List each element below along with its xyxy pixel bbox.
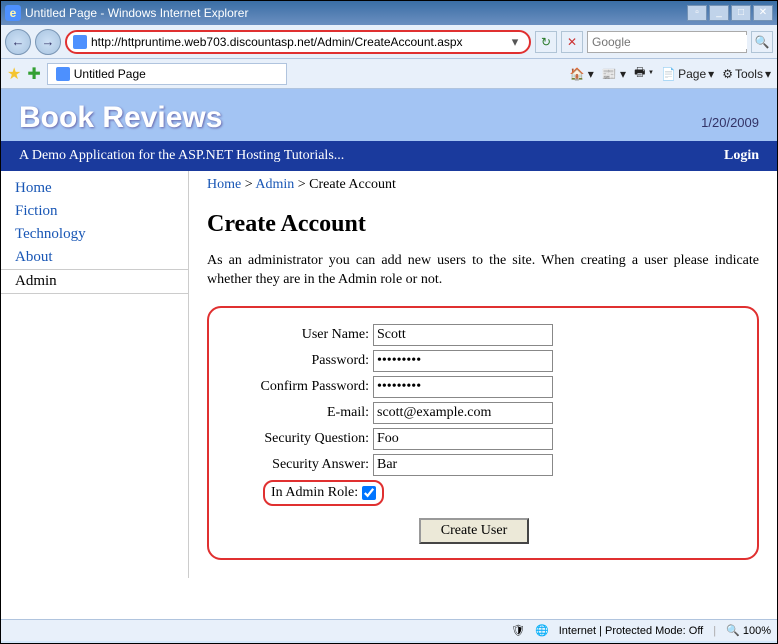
minimize-button[interactable]: _ (709, 5, 729, 21)
sidebar-item-about[interactable]: About (1, 246, 188, 269)
window-title: Untitled Page - Windows Internet Explore… (25, 6, 248, 20)
security-answer-label: Security Answer: (217, 457, 373, 473)
statusbar: 🛡 🌐 Internet | Protected Mode: Off | 🔍 1… (1, 619, 777, 641)
password-label: Password: (217, 353, 373, 369)
status-mode: Internet | Protected Mode: Off (559, 625, 704, 637)
close-button[interactable]: ✕ (753, 5, 773, 21)
username-label: User Name: (217, 327, 373, 343)
back-button[interactable]: ← (5, 29, 31, 55)
sidebar-item-fiction[interactable]: Fiction (1, 200, 188, 223)
email-field[interactable] (373, 402, 553, 424)
admin-role-checkbox[interactable] (362, 486, 376, 500)
search-box[interactable] (587, 31, 747, 53)
page-viewport: Book Reviews 1/20/2009 A Demo Applicatio… (1, 89, 777, 619)
popup-blocked-icon[interactable]: 🛡 (511, 624, 525, 637)
search-button[interactable]: 🔍 (751, 31, 773, 53)
breadcrumb: Home > Admin > Create Account (207, 177, 759, 193)
breadcrumb-home[interactable]: Home (207, 177, 241, 192)
sidebar-item-home[interactable]: Home (1, 177, 188, 200)
refresh-button[interactable]: ↻ (535, 31, 557, 53)
header-date: 1/20/2009 (701, 115, 759, 130)
create-user-form: User Name: Password: Confirm Password: E… (207, 306, 759, 560)
tab-label: Untitled Page (74, 67, 146, 81)
tools-menu[interactable]: ⚙ Tools ▾ (722, 67, 771, 81)
site-subheader: A Demo Application for the ASP.NET Hosti… (1, 141, 777, 171)
search-input[interactable] (592, 35, 747, 49)
login-link[interactable]: Login (724, 148, 759, 164)
url-input[interactable] (91, 35, 507, 49)
admin-role-label: In Admin Role: (271, 485, 358, 501)
admin-role-row: In Admin Role: (263, 480, 384, 506)
sidebar: Home Fiction Technology About Admin (1, 171, 189, 578)
page-content: Home > Admin > Create Account Create Acc… (189, 171, 777, 578)
page-icon (73, 35, 87, 49)
email-label: E-mail: (217, 405, 373, 421)
add-favorite-icon[interactable]: ✚ (27, 64, 40, 84)
minimize-split-button[interactable]: ▫ (687, 5, 707, 21)
sidebar-item-technology[interactable]: Technology (1, 223, 188, 246)
toolbar: ★ ✚ Untitled Page 🏠 ▾ 📰 ▾ 🖶 ▾ 📄 Page ▾ ⚙… (1, 59, 777, 89)
create-user-button[interactable]: Create User (419, 518, 529, 544)
page-intro: As an administrator you can add new user… (207, 252, 759, 290)
security-question-field[interactable] (373, 428, 553, 450)
password-field[interactable] (373, 350, 553, 372)
zoom-control[interactable]: 🔍 100% (726, 624, 771, 637)
url-dropdown-icon[interactable]: ▾ (507, 34, 523, 50)
internet-zone-icon: 🌐 (535, 624, 549, 637)
feeds-icon[interactable]: 📰 ▾ (602, 67, 626, 81)
site-header: Book Reviews 1/20/2009 (1, 89, 777, 141)
browser-tab[interactable]: Untitled Page (47, 63, 287, 85)
breadcrumb-admin[interactable]: Admin (255, 177, 294, 192)
home-icon[interactable]: 🏠 ▾ (569, 67, 593, 81)
page-heading: Create Account (207, 211, 759, 238)
forward-button[interactable]: → (35, 29, 61, 55)
navbar: ← → ▾ ↻ ✕ 🔍 (1, 25, 777, 59)
ie-icon: e (5, 5, 21, 21)
tab-page-icon (56, 67, 70, 81)
site-title: Book Reviews (19, 101, 222, 135)
tagline: A Demo Application for the ASP.NET Hosti… (19, 148, 344, 164)
breadcrumb-current: Create Account (309, 177, 396, 192)
confirm-password-label: Confirm Password: (217, 379, 373, 395)
sidebar-item-admin[interactable]: Admin (1, 269, 188, 294)
print-icon[interactable]: 🖶 ▾ (634, 63, 653, 84)
username-field[interactable] (373, 324, 553, 346)
titlebar: e Untitled Page - Windows Internet Explo… (1, 1, 777, 25)
confirm-password-field[interactable] (373, 376, 553, 398)
page-menu[interactable]: 📄 Page ▾ (661, 67, 714, 81)
security-answer-field[interactable] (373, 454, 553, 476)
stop-button[interactable]: ✕ (561, 31, 583, 53)
favorites-icon[interactable]: ★ (7, 64, 21, 84)
address-bar[interactable]: ▾ (65, 30, 531, 54)
security-question-label: Security Question: (217, 431, 373, 447)
maximize-button[interactable]: □ (731, 5, 751, 21)
